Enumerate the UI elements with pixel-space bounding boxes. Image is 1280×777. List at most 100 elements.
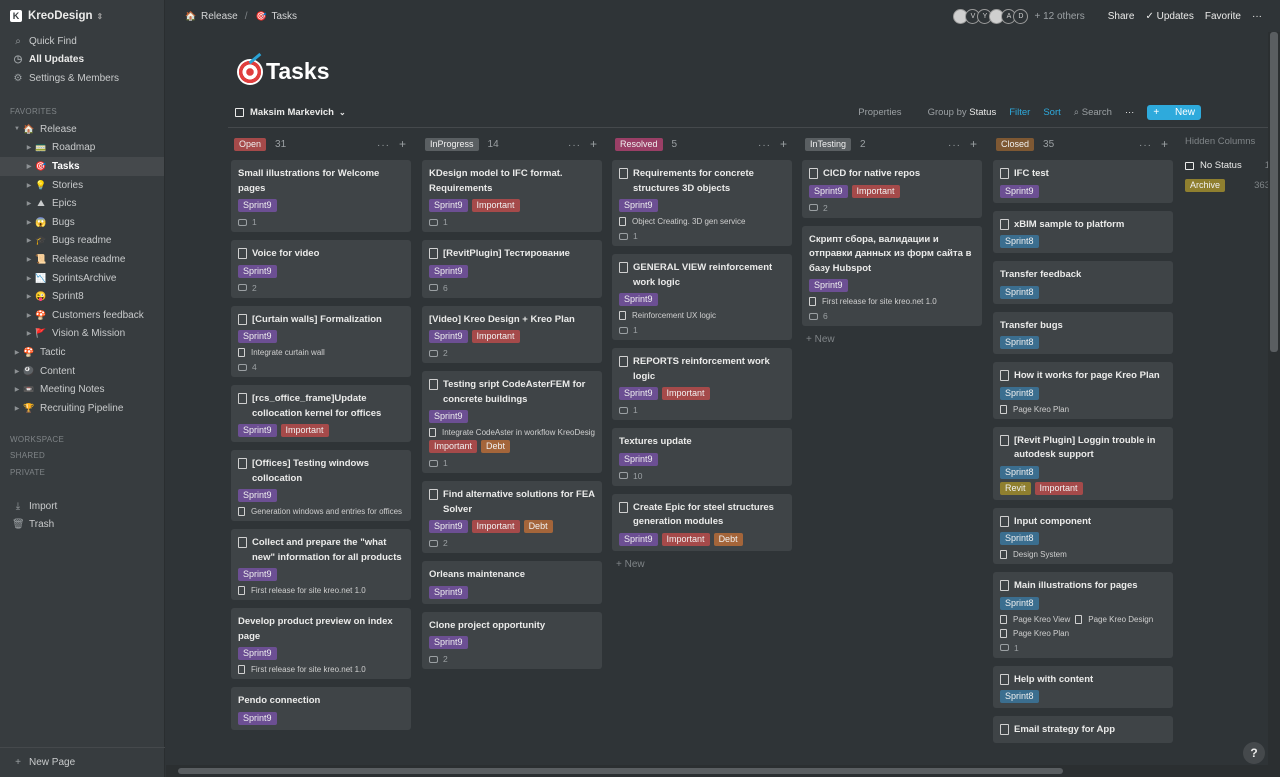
vertical-scrollbar[interactable] (1268, 32, 1280, 765)
column-status-tag[interactable]: Resolved (615, 137, 663, 151)
column-more-button[interactable]: ··· (758, 140, 771, 151)
share-button[interactable]: Share (1108, 11, 1135, 22)
sidebar-item-release-readme[interactable]: ▶ 📜 Release readme (0, 250, 164, 269)
scroll-thumb[interactable] (178, 768, 1063, 774)
column-add-button[interactable]: + (590, 137, 598, 151)
sort-button[interactable]: Sort (1043, 107, 1060, 118)
private-section-label[interactable]: PRIVATE (0, 465, 164, 482)
task-card[interactable]: xBIM sample to platform Sprint8 (993, 210, 1173, 253)
expand-right-icon[interactable]: ▶ (12, 386, 22, 393)
relation-link[interactable]: Page Kreo Plan (1013, 405, 1069, 414)
sidebar-item-bugs[interactable]: ▶ 😱 Bugs (0, 213, 164, 232)
new-button[interactable]: + New (1147, 105, 1201, 120)
task-card[interactable]: Transfer bugs Sprint8 (993, 311, 1173, 354)
sidebar-item-sprintsarchive[interactable]: ▶ 📉 SprintsArchive (0, 269, 164, 288)
trash[interactable]: 🗑 Trash (0, 516, 164, 535)
search-button[interactable]: ⌕ Search (1074, 107, 1112, 118)
task-card[interactable]: IFC test Sprint9 (993, 160, 1173, 203)
task-card[interactable]: Develop product preview on index page Spr… (231, 608, 411, 679)
expand-down-icon[interactable]: ▼ (12, 126, 22, 132)
column-more-button[interactable]: ··· (377, 140, 390, 151)
properties-button[interactable]: Properties (858, 107, 901, 118)
relation-link[interactable]: Reinforcement UX logic (632, 311, 716, 320)
page-title[interactable]: Tasks (237, 58, 330, 85)
column-new-button[interactable]: + New (802, 334, 982, 345)
relation-link[interactable]: Page Kreo Design (1088, 615, 1153, 624)
relation-link[interactable]: Integrate CodeAster in workflow KreoDesi… (442, 428, 595, 437)
sidebar-item-stories[interactable]: ▶ 💡 Stories (0, 176, 164, 195)
sidebar-item-tactic[interactable]: ▶ 🍄 Tactic (0, 343, 164, 362)
column-add-button[interactable]: + (780, 137, 788, 151)
task-card[interactable]: How it works for page Kreo Plan Sprint8 Pa… (993, 362, 1173, 419)
hidden-column-item[interactable]: Archive 363 (1185, 179, 1270, 192)
task-card[interactable]: [RevitPlugin] Тестирование Sprint9 6 (422, 240, 602, 298)
sidebar-item-sprint8[interactable]: ▶ 😜 Sprint8 (0, 287, 164, 306)
expand-right-icon[interactable]: ▶ (24, 293, 34, 300)
expand-right-icon[interactable]: ▶ (12, 405, 22, 412)
relation-link[interactable]: Integrate curtain wall (251, 348, 325, 357)
task-card[interactable]: [Offices] Testing windows collocation Spr… (231, 450, 411, 521)
task-card[interactable]: Collect and prepare the "what new" infor… (231, 529, 411, 600)
task-card[interactable]: Testing sript CodeAsterFEM for concrete … (422, 371, 602, 473)
hidden-column-item[interactable]: No Status1 (1185, 160, 1270, 171)
task-card[interactable]: KDesign model to IFC format. Requirement… (422, 160, 602, 232)
expand-right-icon[interactable]: ▶ (12, 368, 22, 375)
expand-right-icon[interactable]: ▶ (24, 163, 34, 170)
relation-link[interactable]: Object Creating. 3D gen service (632, 217, 745, 226)
expand-right-icon[interactable]: ▶ (24, 275, 34, 282)
sidebar-item-tasks[interactable]: ▶ 🎯 Tasks (0, 157, 164, 176)
expand-right-icon[interactable]: ▶ (24, 256, 34, 263)
relation-link[interactable]: Generation windows and entries for offic… (251, 507, 402, 516)
task-card[interactable]: Input component Sprint8 Design System (993, 507, 1173, 564)
task-card[interactable]: [Video] Kreo Design + Kreo Plan Sprint9 Im… (422, 305, 602, 363)
expand-right-icon[interactable]: ▶ (24, 144, 34, 151)
help-button[interactable]: ? (1243, 742, 1265, 764)
workspace-section-label[interactable]: WORKSPACE (0, 432, 164, 449)
shared-section-label[interactable]: SHARED (0, 448, 164, 465)
task-card[interactable]: Скрипт сбора, валидации и отправки данны… (802, 225, 982, 326)
relation-link[interactable]: Page Kreo View (1013, 615, 1070, 624)
relation-link[interactable]: First release for site kreo.net 1.0 (251, 586, 366, 595)
column-new-button[interactable]: + New (612, 559, 792, 570)
expand-right-icon[interactable]: ▶ (24, 182, 34, 189)
task-card[interactable]: Textures update Sprint9 10 (612, 428, 792, 486)
column-add-button[interactable]: + (1161, 137, 1169, 151)
settings-members[interactable]: ⚙ Settings & Members (0, 69, 164, 88)
expand-right-icon[interactable]: ▶ (24, 200, 34, 207)
task-card[interactable]: Transfer feedback Sprint8 (993, 261, 1173, 304)
sidebar-item-recruiting-pipeline[interactable]: ▶ 🏆 Recruiting Pipeline (0, 399, 164, 418)
task-card[interactable]: Create Epic for steel structures generat… (612, 493, 792, 551)
sidebar-item-roadmap[interactable]: ▶ 🚃 Roadmap (0, 139, 164, 158)
column-status-tag[interactable]: Open (234, 137, 267, 151)
sidebar-item-epics[interactable]: ▶ ⛰ Epics (0, 194, 164, 213)
breadcrumb-release[interactable]: Release (201, 11, 238, 22)
expand-right-icon[interactable]: ▶ (24, 237, 34, 244)
task-card[interactable]: Help with content Sprint8 (993, 665, 1173, 708)
relation-link[interactable]: Design System (1013, 550, 1067, 559)
column-status-tag[interactable]: Closed (996, 137, 1035, 151)
expand-right-icon[interactable]: ▶ (12, 349, 22, 356)
relation-link[interactable]: First release for site kreo.net 1.0 (822, 297, 937, 306)
task-card[interactable]: Pendo connection Sprint9 (231, 687, 411, 730)
avatar[interactable]: D (1013, 8, 1029, 24)
task-card[interactable]: Main illustrations for pages Sprint8 Page … (993, 572, 1173, 658)
task-card[interactable]: Orleans maintenance Sprint9 (422, 561, 602, 604)
sidebar-item-bugs-readme[interactable]: ▶ 🎓 Bugs readme (0, 232, 164, 251)
relation-link[interactable]: Page Kreo Plan (1013, 629, 1069, 638)
more-options-button[interactable]: ··· (1252, 11, 1262, 22)
column-more-button[interactable]: ··· (568, 140, 581, 151)
task-card[interactable]: Small illustrations for Welcome pages Spr… (231, 160, 411, 232)
task-card[interactable]: [Curtain walls] Formalization Sprint9 Inte… (231, 305, 411, 377)
expand-right-icon[interactable]: ▶ (24, 330, 34, 337)
scroll-thumb[interactable] (1270, 32, 1278, 352)
column-add-button[interactable]: + (970, 137, 978, 151)
group-by-button[interactable]: Group by Status (915, 107, 997, 118)
task-card[interactable]: Find alternative solutions for FEA Solve… (422, 481, 602, 553)
workspace-switcher[interactable]: K KreoDesign ⇕ (0, 0, 164, 32)
task-card[interactable]: [Revit Plugin] Loggin trouble in autodes… (993, 426, 1173, 500)
expand-right-icon[interactable]: ▶ (24, 219, 34, 226)
favorite-button[interactable]: Favorite (1205, 11, 1241, 22)
all-updates[interactable]: ◷ All Updates (0, 51, 164, 70)
sidebar-item-meeting-notes[interactable]: ▶ 📼 Meeting Notes (0, 380, 164, 399)
task-card[interactable]: [rcs_office_frame]Update collocation ker… (231, 385, 411, 442)
